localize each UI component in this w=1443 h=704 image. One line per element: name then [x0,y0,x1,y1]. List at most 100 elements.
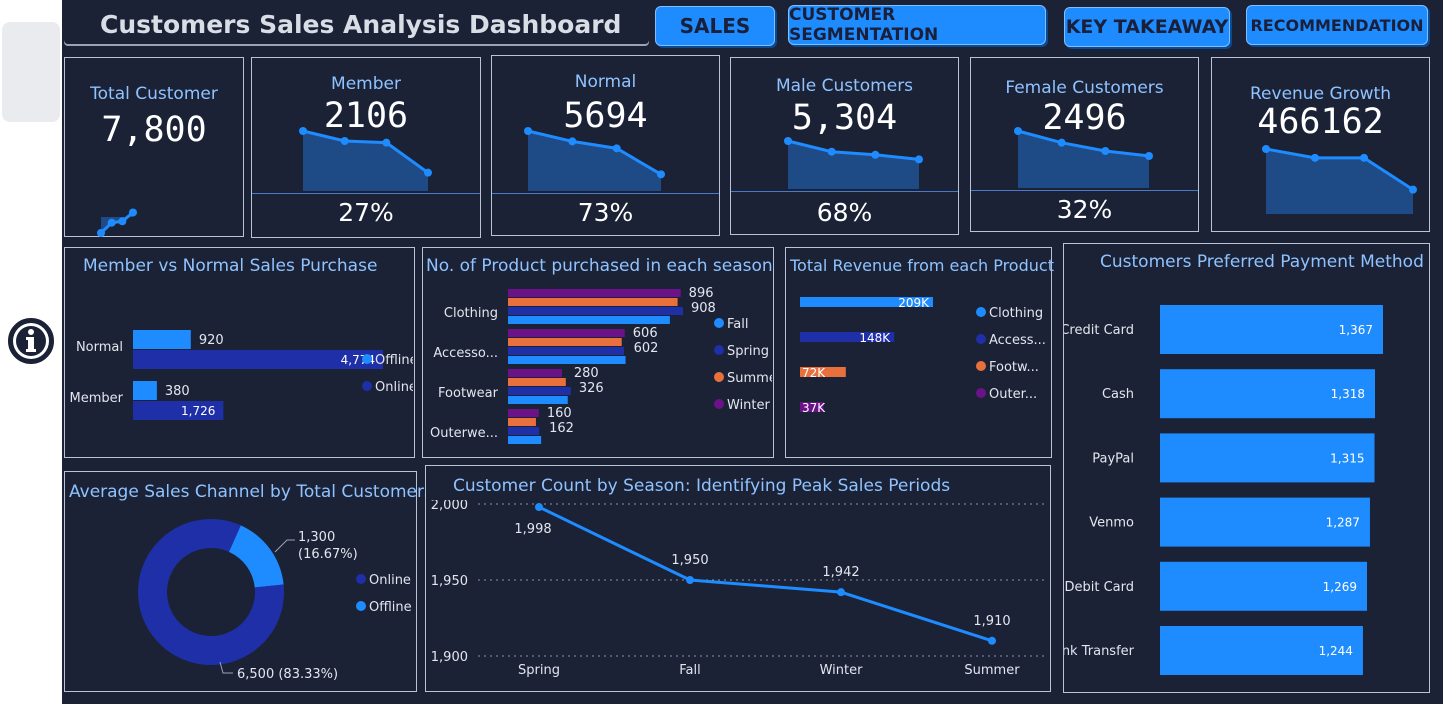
y-tick-label: 1,900 [431,650,468,665]
legend-label-fall: Fall [727,317,748,332]
data-point [535,503,543,512]
kpi-card-5: Revenue Growth 466162 [1211,57,1430,232]
bar-summer [508,298,678,306]
bar-value-label: 606 [633,326,658,341]
sparkline-point [915,155,923,164]
sparkline-point [129,208,137,217]
legend-marker-winter [714,399,724,409]
sparkline-point [657,170,665,179]
legend-label: Clothing [989,306,1043,321]
series-line [538,505,993,643]
bar-value-label: 1,244 [1319,644,1353,658]
sparkline-point [97,229,105,237]
sparkline-point [871,150,880,159]
sparkline-point [340,137,349,145]
bar-offline [133,381,157,400]
bar-winter [508,329,625,337]
bar-winter [508,409,539,417]
category-label: Normal [76,340,123,355]
kpi-sparkline [524,127,665,191]
info-icon[interactable] [6,305,56,377]
kpi-card-1: Member 2106 27% [251,57,481,238]
kpi-sparkline [299,127,432,191]
bar-fall [508,436,542,444]
slice-value-label: 6,500 (83.33%) [237,667,338,682]
category-label: Clothing [444,306,498,321]
x-tick-label: Spring [518,663,560,678]
legend-label-offline: Offline [375,353,413,368]
bar-fall [508,396,568,404]
bar-offline [133,330,191,349]
season-products-chart: Clothing 896908 Accesso... 606602 Footwear 28… [430,286,772,444]
sparkline-point [107,218,116,227]
bar-spring [508,307,683,315]
sparkline-point [827,147,836,156]
sparkline-area [788,141,919,189]
legend-label-online: Online [375,380,413,395]
kpi-sparkline [97,208,137,237]
bar-spring [508,347,625,355]
category-label: Outerwe... [430,426,498,441]
bar-value-label: 160 [547,406,572,421]
sparkline-point [382,138,391,147]
donut-slice-offline [228,525,284,588]
sales-channel-panel: Average Sales Channel by Total Customers… [64,471,433,692]
season-products-title: No. of Product purchased in each season [426,256,773,276]
sparkline-point [424,168,432,177]
kpi-card-2: Normal 5694 73% [491,55,720,236]
sparkline-point [784,137,792,145]
kpi-sparkline [1262,145,1417,214]
nav-customer-segmentation-button[interactable]: CUSTOMER SEGMENTATION [788,5,1046,45]
bar-value-label: 920 [199,333,224,348]
sparkline-point [568,137,577,146]
bar-value-label: 896 [689,286,714,301]
payment-method-chart: Credit Card 1,367 Cash 1,318 PayPal 1,315 Venm… [1064,305,1383,675]
y-tick-label: 1,950 [431,574,468,589]
bar-value-label: 1,726 [181,404,215,418]
revenue-product-chart: 209K 148K 72K 37K Clothing Access... Footw... O… [800,296,1046,415]
legend-marker-offline [356,601,366,611]
collapsed-pane-handle[interactable] [2,22,60,122]
nav-recommendation-button[interactable]: RECOMMENDATION [1246,5,1428,45]
legend-label-offline: Offline [369,600,412,615]
legend-marker [976,361,986,371]
legend-label-spring: Spring [727,344,769,359]
bar-winter [508,369,562,377]
category-label: Member [70,391,124,406]
revenue-product-panel: Total Revenue from each Product 209K 148K… [785,247,1054,458]
x-tick-label: Fall [679,663,700,678]
legend-marker-online [356,574,366,584]
legend-label-winter: Winter [727,398,771,413]
bar-value-label: 1,287 [1326,516,1360,530]
legend-label: Footw... [989,360,1039,375]
category-label: Footwear [438,386,499,401]
legend-label-summer: Summer [727,371,772,386]
data-point [988,636,996,645]
bar-value-label: 72K [802,366,826,380]
sparkline-point [1101,147,1110,155]
kpi-card-3: Male Customers 5,304 68% [730,57,959,235]
bar-value-label: 1,315 [1330,451,1364,465]
member-vs-normal-chart: Normal9204,774Member3801,726OfflineOnlin… [70,330,413,420]
slice-value-label: 1,300 [298,530,335,545]
nav-key-takeaway-button[interactable]: KEY TAKEAWAY [1064,7,1230,47]
legend-label: Access... [989,333,1046,348]
category-label: Accesso... [433,346,498,361]
bar-value-label: 602 [634,341,659,356]
legend-label: Outer... [989,387,1037,402]
sparkline-point [1262,145,1270,153]
bar-value-label: 908 [691,301,716,316]
kpi-sparkline [784,137,923,189]
y-tick-label: 2,000 [431,500,468,513]
data-label: 1,910 [973,614,1010,629]
data-label: 1,950 [671,553,708,568]
sparkline-point [299,127,307,135]
category-label: Cash [1102,387,1134,402]
sparkline-point [1360,153,1368,162]
sparkline-point [612,144,621,153]
bar-value-label: 1,318 [1331,387,1365,401]
sparkline-point [1145,152,1153,160]
bar-summer [508,378,566,386]
member-vs-normal-title: Member vs Normal Sales Purchase [83,256,378,276]
nav-sales-button[interactable]: SALES [655,6,775,46]
